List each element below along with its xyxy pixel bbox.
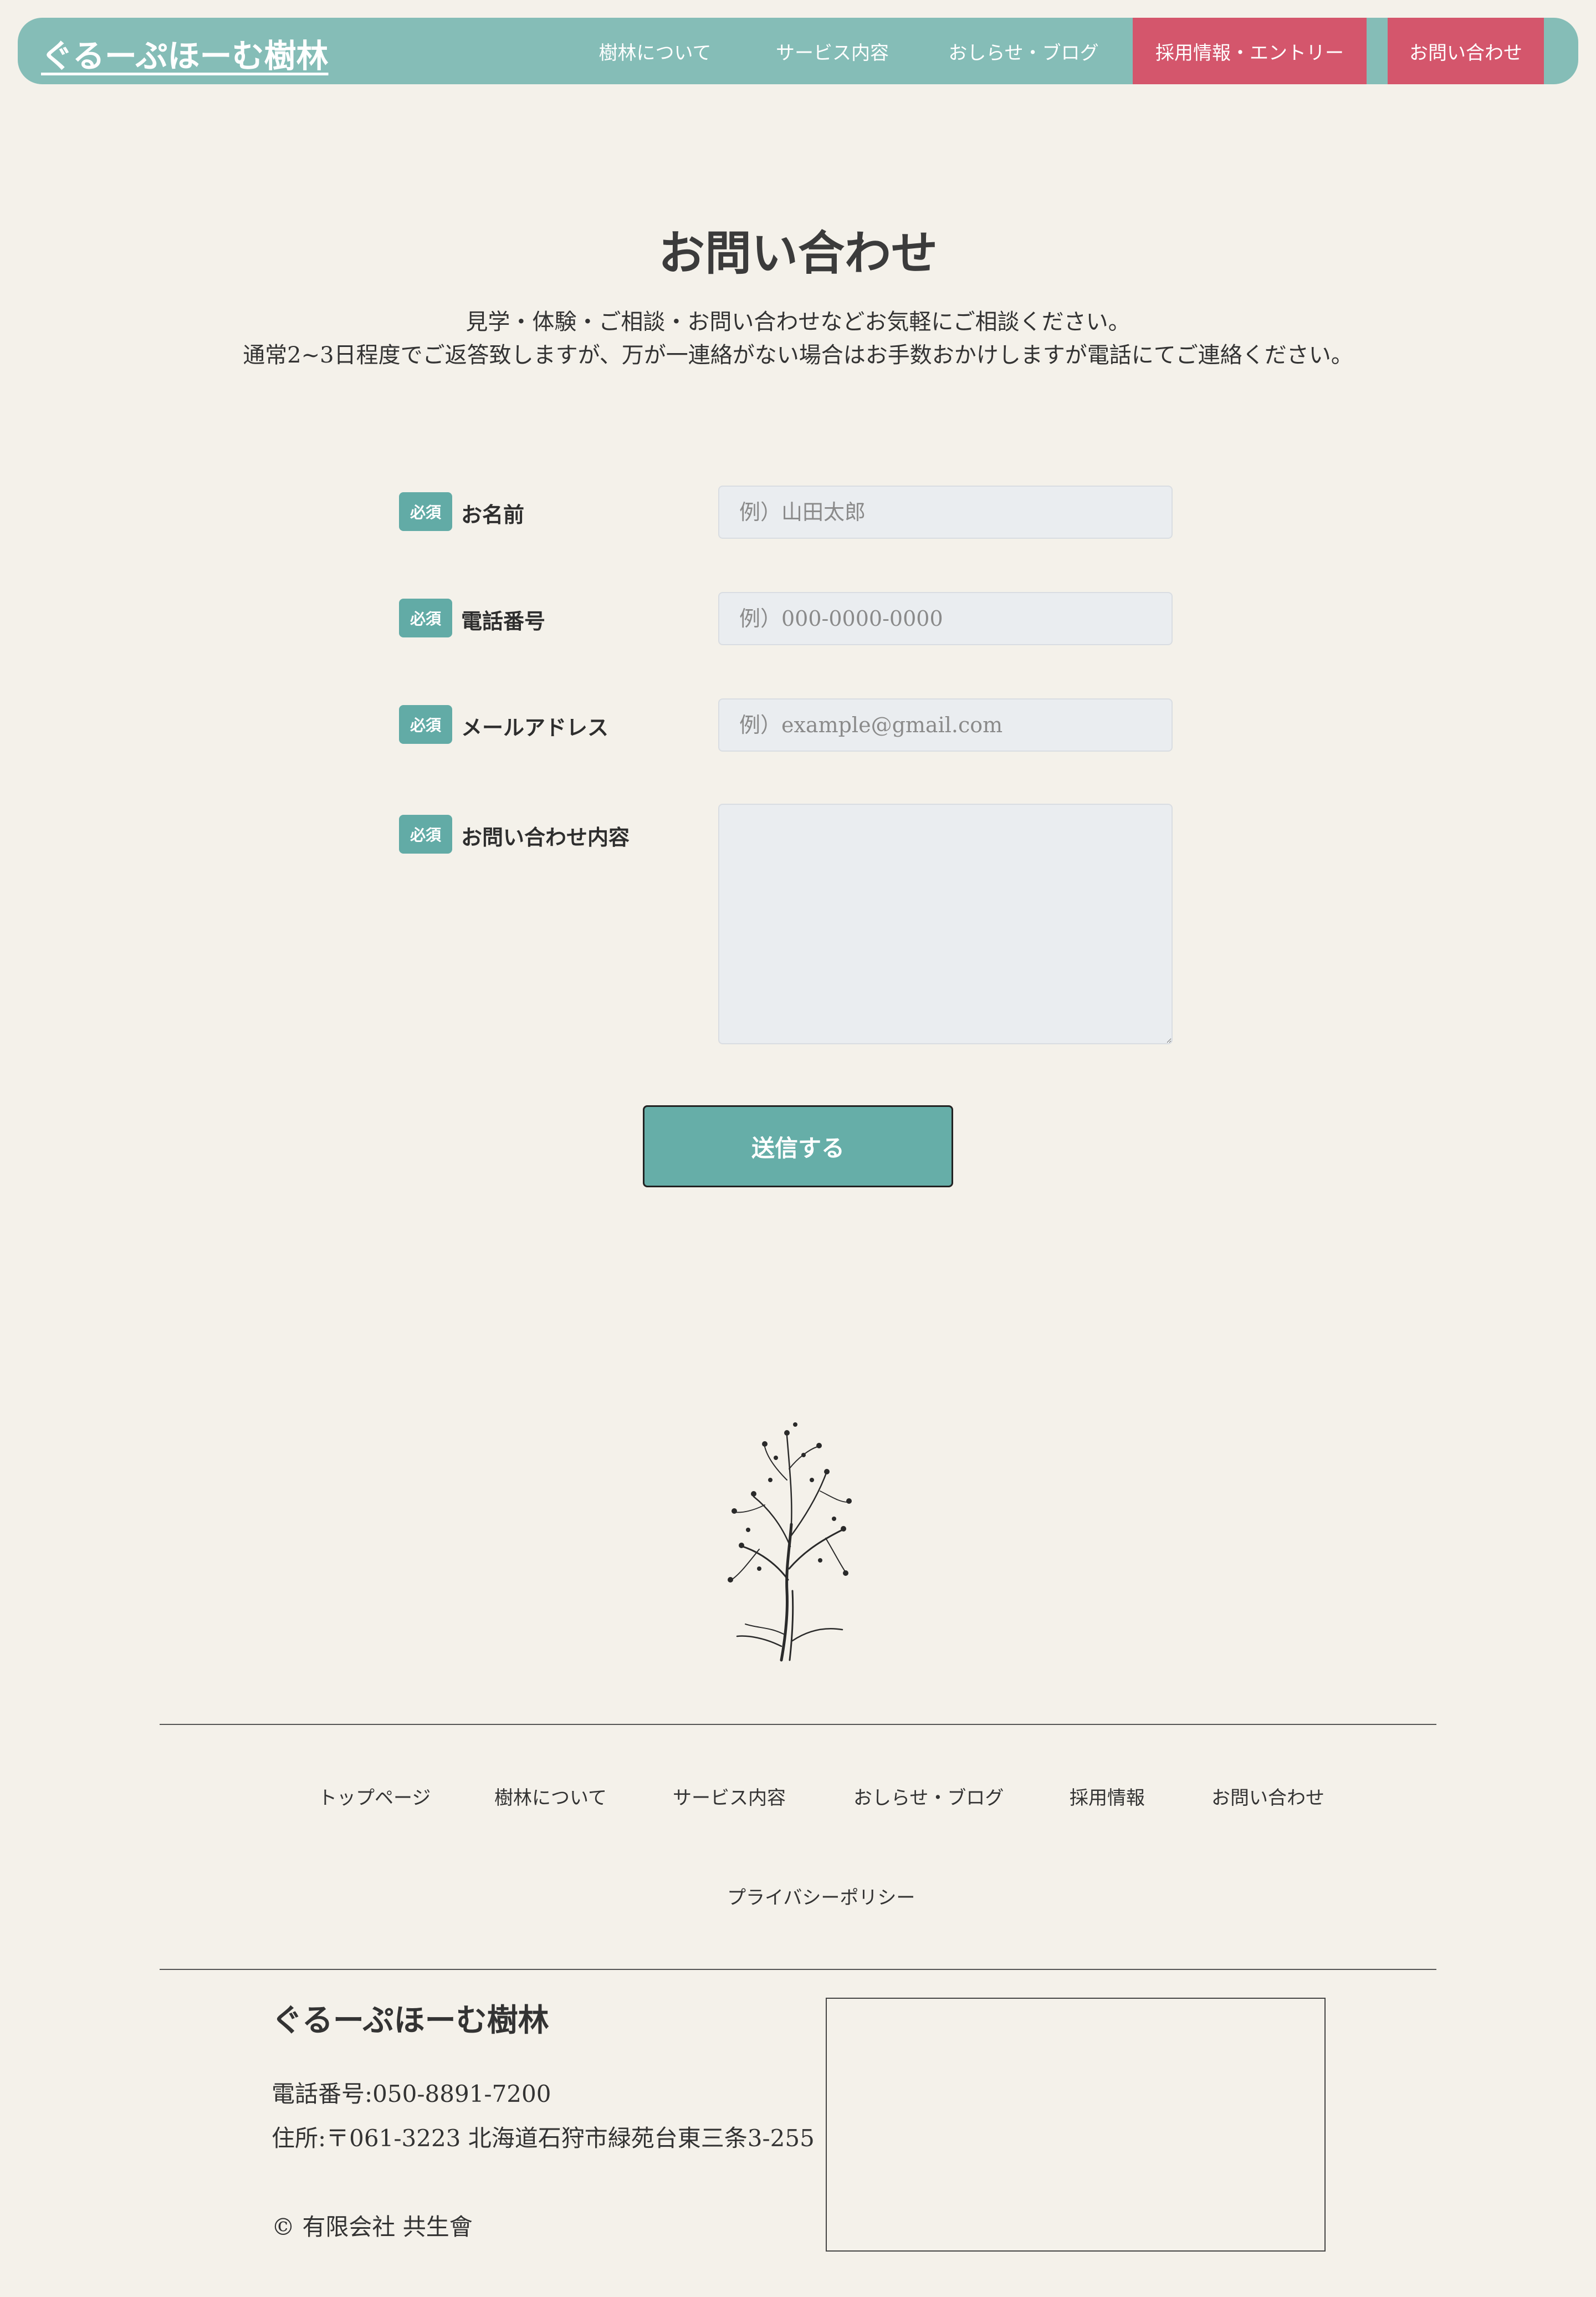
required-badge: 必須 (399, 705, 452, 744)
required-badge: 必須 (399, 599, 452, 637)
name-label: お名前 (461, 502, 525, 527)
name-input[interactable] (718, 486, 1173, 539)
inquiry-label: お問い合わせ内容 (461, 825, 630, 850)
nav-services[interactable]: サービス内容 (744, 18, 921, 84)
footer-copyright: © 有限会社 共生會 (272, 2213, 473, 2240)
tree-illustration-icon (728, 1422, 852, 1662)
footer-phone: 電話番号:050-8891-7200 (272, 2080, 551, 2107)
footer-link-recruit[interactable]: 採用情報 (1070, 1783, 1145, 1810)
footer-link-top[interactable]: トップページ (318, 1783, 431, 1810)
nav-about[interactable]: 樹林について (566, 18, 744, 84)
site-logo[interactable]: ぐるーぷほーむ樹林 (41, 30, 329, 76)
required-badge: 必須 (399, 492, 452, 531)
nav-recruit-entry[interactable]: 採用情報・エントリー (1133, 18, 1367, 84)
footer-address: 住所:〒061-3223 北海道石狩市緑苑台東三条3-255 (272, 2125, 815, 2152)
intro-text-line-2: 通常2~3日程度でご返答致しますが、万が一連絡がない場合はお手数おかけしますが電… (243, 343, 1353, 368)
inquiry-textarea[interactable] (718, 804, 1173, 1044)
footer-link-contact[interactable]: お問い合わせ (1211, 1783, 1324, 1810)
footer-link-news-blog[interactable]: おしらせ・ブログ (853, 1783, 1004, 1810)
nav-news-blog[interactable]: おしらせ・ブログ (921, 18, 1126, 84)
intro-text-line-1: 見学・体験・ご相談・お問い合わせなどお気軽にご相談ください。 (466, 309, 1130, 335)
submit-button[interactable]: 送信する (643, 1105, 953, 1187)
footer-divider-top (160, 1724, 1436, 1725)
phone-label: 電話番号 (461, 609, 546, 634)
footer-brand: ぐるーぷほーむ樹林 (272, 2003, 549, 2039)
required-badge: 必須 (399, 815, 452, 854)
page-title: お問い合わせ (658, 226, 938, 280)
email-label: メールアドレス (461, 715, 609, 740)
footer-link-about[interactable]: 樹林について (494, 1783, 607, 1810)
footer-link-services[interactable]: サービス内容 (673, 1783, 786, 1810)
footer-link-privacy-policy[interactable]: プライバシーポリシー (727, 1882, 915, 1910)
site-header: ぐるーぷほーむ樹林 樹林について サービス内容 おしらせ・ブログ 採用情報・エン… (18, 18, 1578, 84)
email-input[interactable] (718, 698, 1173, 752)
phone-input[interactable] (718, 592, 1173, 645)
nav-contact[interactable]: お問い合わせ (1388, 18, 1544, 84)
map-embed[interactable] (826, 1998, 1326, 2252)
footer-divider-bottom (160, 1969, 1436, 1970)
